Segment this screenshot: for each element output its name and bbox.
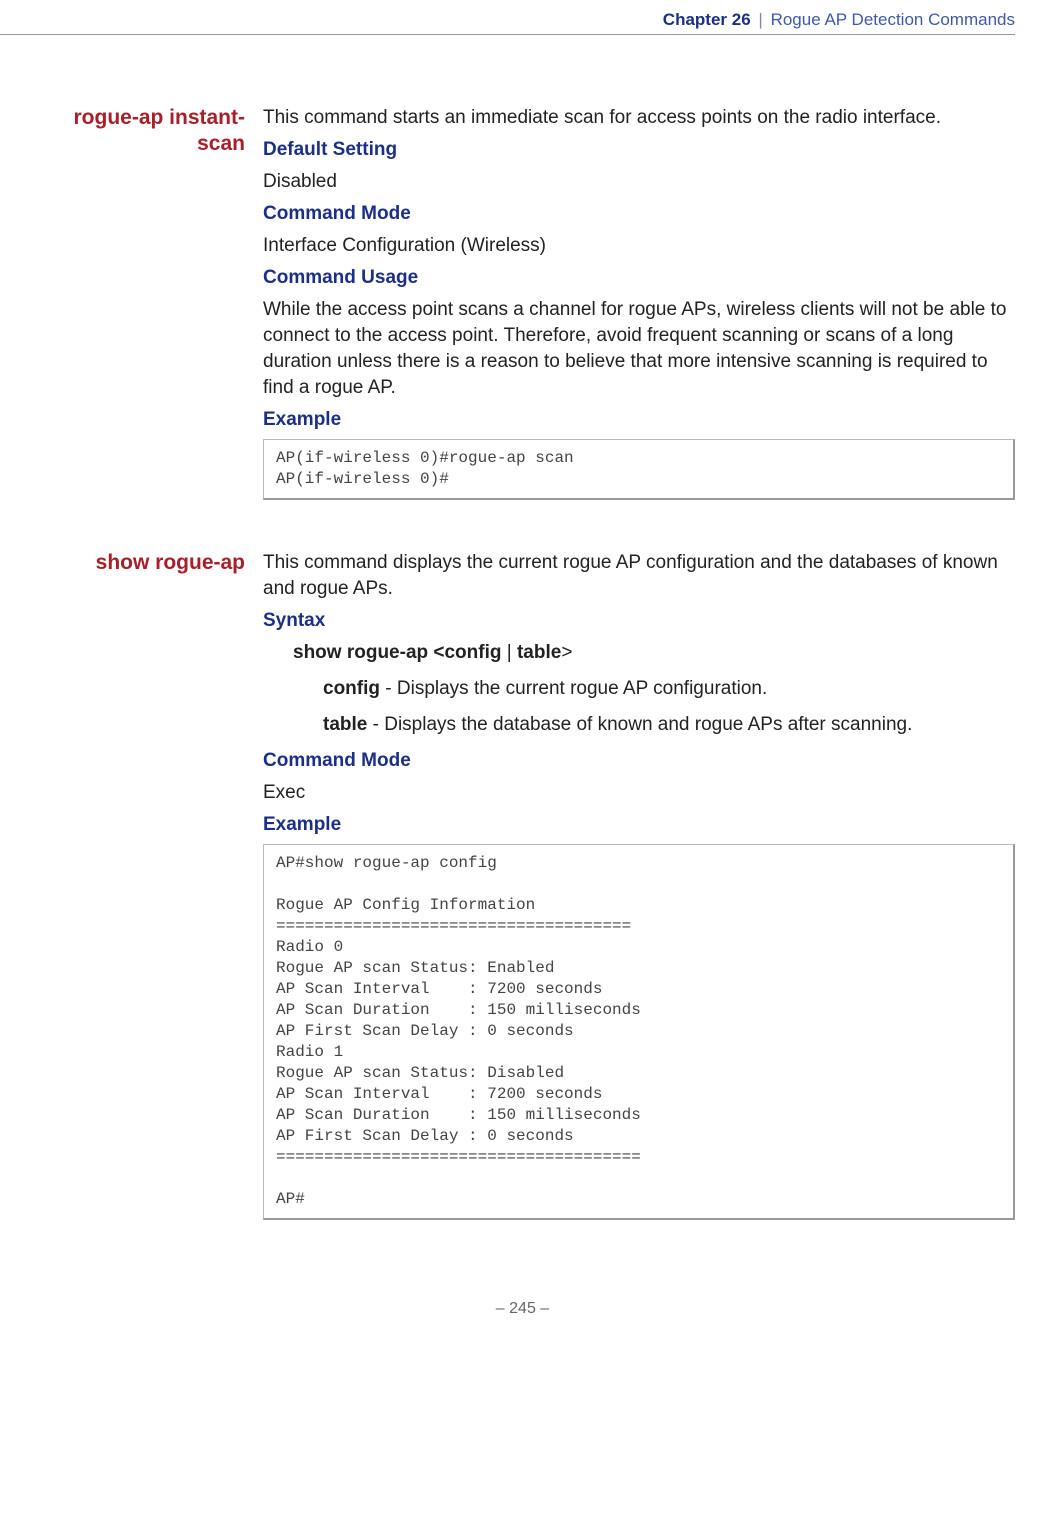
example-code-block: AP#show rogue-ap config Rogue AP Config … [263,844,1015,1220]
command-mode-label: Command Mode [263,748,1015,774]
command-mode-value: Interface Configuration (Wireless) [263,233,1015,259]
syntax-param-table: table - Displays the database of known a… [323,712,1015,738]
command-mode-value: Exec [263,780,1015,806]
example-code-block: AP(if-wireless 0)#rogue-ap scan AP(if-wi… [263,439,1015,500]
syntax-part: show rogue-ap <config [293,642,501,663]
command-usage-label: Command Usage [263,265,1015,291]
chapter-label: Chapter 26 [663,10,751,29]
command-name: show rogue-ap [30,550,263,576]
param-name: table [323,714,367,735]
syntax-tail: > [561,642,572,663]
syntax-line: show rogue-ap <config | table> [293,640,1015,666]
command-name: rogue-ap instant-scan [30,105,263,157]
command-entry-show-rogue-ap: show rogue-ap This command displays the … [30,550,1015,1220]
page-number: – 245 – [496,1300,549,1317]
command-entry-rogue-ap-instant-scan: rogue-ap instant-scan This command start… [30,105,1015,500]
command-usage-text: While the access point scans a channel f… [263,297,1015,401]
default-setting-label: Default Setting [263,137,1015,163]
default-setting-value: Disabled [263,169,1015,195]
command-intro: This command starts an immediate scan fo… [263,105,1015,131]
syntax-part: table [517,642,561,663]
param-desc: - Displays the database of known and rog… [367,714,912,735]
chapter-title: Rogue AP Detection Commands [771,10,1015,29]
page-footer: – 245 – [0,1270,1045,1338]
command-mode-label: Command Mode [263,201,1015,227]
param-name: config [323,678,380,699]
command-intro: This command displays the current rogue … [263,550,1015,602]
chapter-separator: | [755,10,765,29]
example-label: Example [263,407,1015,433]
syntax-param-config: config - Displays the current rogue AP c… [323,676,1015,702]
syntax-sep: | [501,642,517,663]
example-label: Example [263,812,1015,838]
param-desc: - Displays the current rogue AP configur… [380,678,767,699]
running-header: Chapter 26 | Rogue AP Detection Commands [0,0,1045,30]
syntax-label: Syntax [263,608,1015,634]
